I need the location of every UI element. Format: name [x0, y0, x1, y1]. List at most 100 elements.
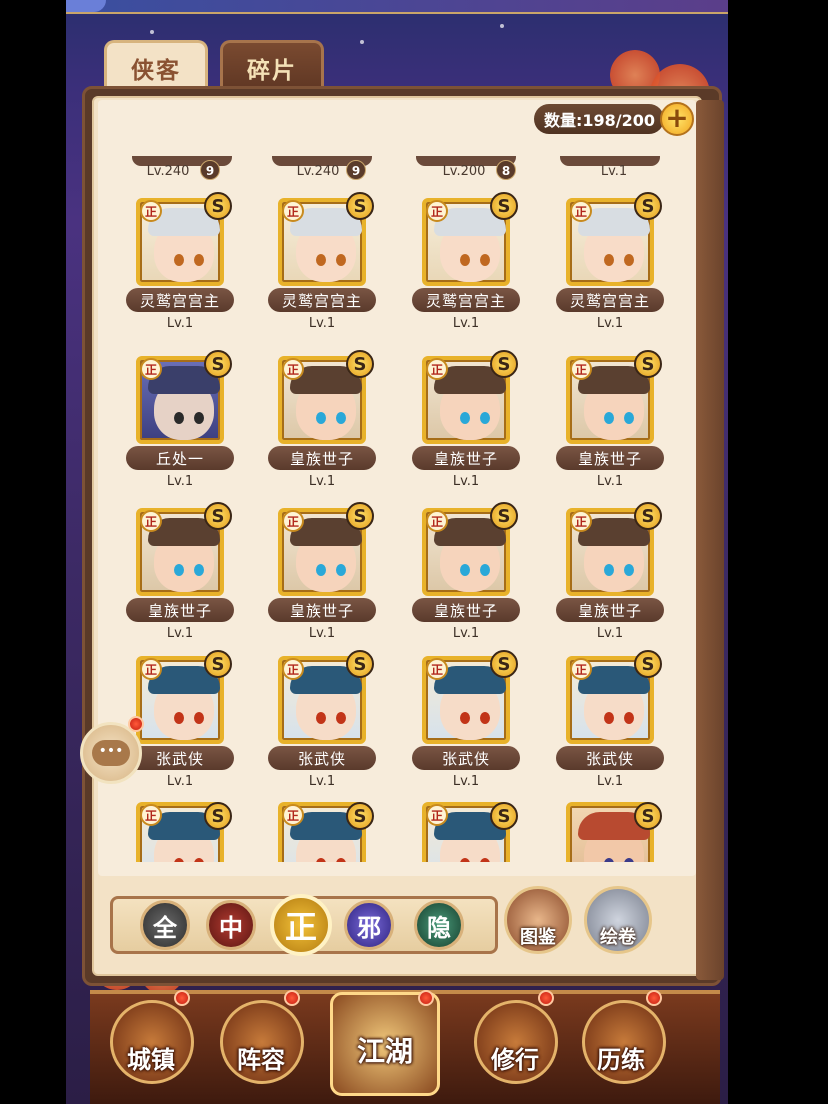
hero-card[interactable]: 正 S 灵鹫宫宫主 Lv.1	[126, 192, 236, 348]
hero-card[interactable]: 正 S 张武侠 Lv.1	[126, 650, 236, 806]
hero-eye	[174, 254, 184, 266]
hero-eye	[604, 412, 614, 424]
hero-name: 张武侠	[412, 746, 520, 770]
faction-badge: 正	[426, 200, 448, 222]
hero-eye	[316, 858, 326, 862]
hero-card[interactable]: 正 S 皇族世子 Lv.1	[556, 502, 666, 658]
hero-eye	[316, 712, 326, 724]
hero-name: 张武侠	[556, 746, 664, 770]
hero-eye	[194, 858, 204, 862]
hero-name: 张武侠	[126, 746, 234, 770]
hero-card[interactable]: 正 S 皇族世子 Lv.1	[412, 502, 522, 658]
faction-badge: 正	[282, 200, 304, 222]
hero-card[interactable]: 正 S 灵鹫宫宫主 Lv.1	[556, 192, 666, 348]
grade-badge: S	[634, 502, 662, 530]
hero-level: Lv.1	[596, 474, 624, 489]
hero-eye	[624, 412, 634, 424]
faction-badge: 正	[282, 658, 304, 680]
hero-card[interactable]: 正 S 皇族世子 Lv.1	[412, 350, 522, 506]
hero-card[interactable]: 正 S 皇族世子 Lv.1	[268, 350, 378, 506]
hero-card[interactable]: 正 S 张武侠 Lv.1	[556, 650, 666, 806]
hero-card[interactable]: 正 S 皇族世子 Lv.1	[556, 350, 666, 506]
hero-card[interactable]: 正 S 皇族世子 Lv.1	[126, 502, 236, 658]
hero-card[interactable]: 正S	[126, 802, 236, 862]
hero-eye	[604, 564, 614, 576]
hero-card[interactable]: 正 S 灵鹫宫宫主 Lv.1	[412, 192, 522, 348]
grade-badge: S	[634, 802, 662, 830]
hero-eye	[624, 564, 634, 576]
hero-eye	[174, 858, 184, 862]
hero-eye	[316, 564, 326, 576]
hero-eye	[174, 564, 184, 576]
faction-badge: 正	[426, 658, 448, 680]
atlas-button[interactable]: 图鉴	[504, 886, 572, 954]
scroll-button[interactable]: 绘卷	[584, 886, 652, 954]
nav-jianghu-label[interactable]: 江湖	[340, 1030, 430, 1070]
hero-name: 张武侠	[268, 746, 376, 770]
hero-level: Lv.1	[166, 474, 194, 489]
grade-badge: S	[490, 350, 518, 378]
hero-eye	[624, 858, 634, 862]
hero-eye	[460, 858, 470, 862]
faction-badge: 正	[426, 358, 448, 380]
hero-eye	[316, 254, 326, 266]
grade-badge: S	[490, 802, 518, 830]
filter-hidden-button[interactable]: 隐	[414, 900, 464, 950]
chat-bubble-icon: •••	[92, 740, 130, 766]
corner-decoration	[66, 0, 106, 12]
filter-righteous-button[interactable]: 正	[270, 894, 332, 956]
hero-card[interactable]: 正 S 丘处一 Lv.1	[126, 350, 236, 506]
filter-all-button[interactable]: 全	[140, 900, 190, 950]
grade-badge: S	[634, 650, 662, 678]
nav-training-label[interactable]: 历练	[576, 1040, 666, 1075]
faction-badge: 正	[140, 804, 162, 826]
hero-card[interactable]: 正 S 张武侠 Lv.1	[268, 650, 378, 806]
grade-badge: S	[346, 650, 374, 678]
hero-name: 灵鹫宫宫主	[556, 288, 664, 312]
star-count-badge: 9	[346, 160, 366, 180]
faction-badge: 正	[570, 358, 592, 380]
grade-badge: S	[204, 192, 232, 220]
hero-eye	[336, 564, 346, 576]
faction-badge: 正	[426, 510, 448, 532]
hero-card[interactable]: 正 S 皇族世子 Lv.1	[268, 502, 378, 658]
grade-badge: S	[204, 350, 232, 378]
sparkle	[150, 30, 154, 34]
star-count-badge: 9	[200, 160, 220, 180]
hero-count: 数量:198/200	[534, 104, 664, 134]
grade-badge: S	[204, 802, 232, 830]
filter-neutral-button[interactable]: 中	[206, 900, 256, 950]
tab-fragments[interactable]: 碎片	[220, 40, 324, 92]
grade-badge: S	[346, 192, 374, 220]
hero-card[interactable]: 正 S 张武侠 Lv.1	[412, 650, 522, 806]
hero-eye	[480, 564, 490, 576]
nav-lineup-label[interactable]: 阵容	[216, 1040, 306, 1075]
grade-badge: S	[346, 802, 374, 830]
hero-eye	[194, 254, 204, 266]
sparkle	[360, 40, 364, 44]
device-frame: 侠客 碎片 数量:198/200 + Lv.240 9 Lv.240 9 Lv.…	[0, 0, 828, 1104]
hero-level: Lv.1	[166, 626, 194, 641]
hero-level: Lv.1	[308, 316, 336, 331]
hero-name: 皇族世子	[268, 598, 376, 622]
tab-heroes[interactable]: 侠客	[104, 40, 208, 92]
hero-card[interactable]: 正S	[412, 802, 522, 862]
faction-badge: 正	[570, 658, 592, 680]
hero-card[interactable]: S	[556, 802, 666, 862]
hero-eye	[194, 412, 204, 424]
hero-card[interactable]: 正S	[268, 802, 378, 862]
faction-badge: 正	[426, 804, 448, 826]
atlas-label: 图鉴	[520, 927, 556, 948]
plus-icon[interactable]: +	[660, 102, 694, 136]
hero-level: Lv.1	[452, 774, 480, 789]
faction-badge: 正	[282, 804, 304, 826]
top-bar	[66, 0, 728, 14]
hero-eye	[624, 712, 634, 724]
hero-card[interactable]: 正 S 灵鹫宫宫主 Lv.1	[268, 192, 378, 348]
nav-practice-label[interactable]: 修行	[470, 1040, 560, 1075]
hero-level: Lv.1	[308, 474, 336, 489]
nav-town-label[interactable]: 城镇	[106, 1040, 196, 1075]
hero-level: Lv.1	[166, 316, 194, 331]
filter-evil-button[interactable]: 邪	[344, 900, 394, 950]
hero-eye	[604, 254, 614, 266]
